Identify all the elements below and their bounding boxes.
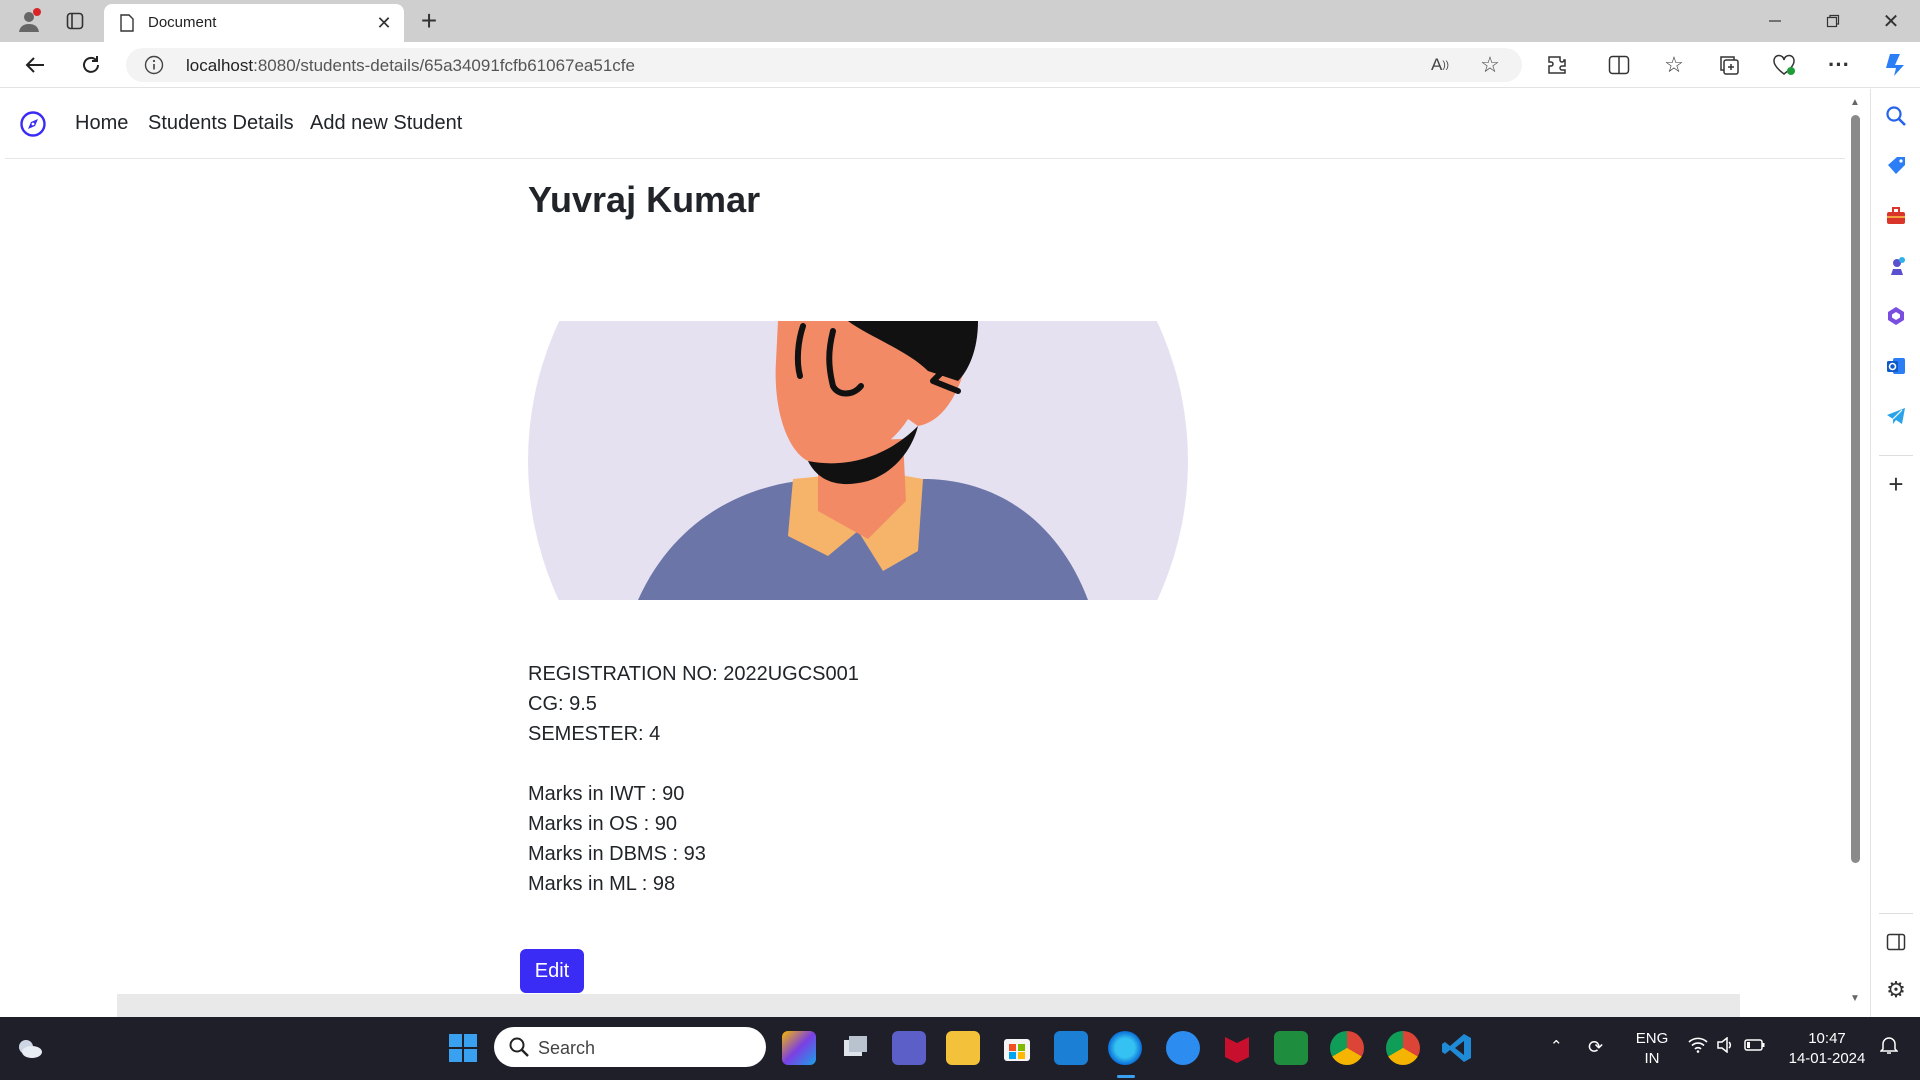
shopping-icon[interactable] bbox=[1883, 153, 1909, 179]
page-viewport: Home Students Details Add new Student Yu… bbox=[5, 89, 1845, 1017]
back-icon[interactable] bbox=[20, 50, 50, 80]
games-icon[interactable] bbox=[1883, 253, 1909, 279]
edge-active-indicator bbox=[1117, 1075, 1135, 1078]
extensions-icon[interactable] bbox=[1542, 50, 1572, 80]
scroll-up-icon[interactable]: ▲ bbox=[1850, 97, 1860, 108]
windows-icon[interactable] bbox=[446, 1031, 480, 1065]
url-host: localhost bbox=[186, 56, 254, 75]
page-icon bbox=[118, 13, 136, 33]
edge-icon[interactable] bbox=[1108, 1031, 1142, 1065]
navbar: Home Students Details Add new Student bbox=[5, 89, 1845, 159]
more-icon[interactable]: ··· bbox=[1824, 50, 1854, 80]
teams-icon[interactable] bbox=[892, 1031, 926, 1065]
minimize-icon[interactable] bbox=[1760, 6, 1790, 36]
lang-line1: ENG bbox=[1635, 1030, 1669, 1047]
edit-button[interactable]: Edit bbox=[520, 949, 584, 993]
registration-number: REGISTRATION NO: 2022UGCS001 bbox=[528, 663, 859, 685]
task-view-icon[interactable] bbox=[838, 1031, 872, 1065]
marks-iwt: Marks in IWT : 90 bbox=[528, 783, 685, 805]
clock-time: 10:47 bbox=[1808, 1030, 1846, 1047]
sidebar-toggle-icon[interactable] bbox=[1883, 929, 1909, 955]
chrome-profile-icon[interactable] bbox=[1386, 1031, 1420, 1065]
url-text[interactable]: localhost:8080/students-details/65a34091… bbox=[186, 56, 635, 76]
student-name: Yuvraj Kumar bbox=[528, 179, 761, 220]
help-icon[interactable] bbox=[1166, 1031, 1200, 1065]
profile-icon[interactable] bbox=[14, 6, 44, 36]
nav-home[interactable]: Home bbox=[75, 112, 128, 135]
notification-icon[interactable] bbox=[1879, 1035, 1899, 1061]
clock[interactable]: 10:47 14-01-2024 bbox=[1782, 1029, 1872, 1069]
add-icon[interactable]: + bbox=[1883, 469, 1909, 499]
office-icon[interactable] bbox=[1883, 303, 1909, 329]
semester-value: SEMESTER: 4 bbox=[528, 723, 661, 745]
vscode-icon[interactable] bbox=[1440, 1031, 1474, 1065]
read-aloud-icon[interactable]: A)) bbox=[1428, 54, 1452, 76]
chrome-icon[interactable] bbox=[1330, 1031, 1364, 1065]
tab-actions-icon[interactable] bbox=[62, 8, 88, 34]
nav-students-details[interactable]: Students Details bbox=[148, 112, 294, 135]
split-screen-icon[interactable] bbox=[1604, 50, 1634, 80]
classroom-icon[interactable] bbox=[1274, 1031, 1308, 1065]
taskbar-search-icon bbox=[508, 1036, 530, 1063]
search-icon[interactable] bbox=[1883, 103, 1909, 129]
windows-taskbar: Search ⌃ ⟳ ENG IN 10:47 14-01-2024 bbox=[0, 1017, 1920, 1080]
volume-icon[interactable] bbox=[1716, 1036, 1734, 1059]
browser-tab-active[interactable]: Document ✕ bbox=[104, 4, 404, 42]
outlook-icon[interactable] bbox=[1883, 353, 1909, 379]
address-bar[interactable]: localhost:8080/students-details/65a34091… bbox=[126, 48, 1522, 82]
mcafee-icon[interactable] bbox=[1220, 1031, 1254, 1065]
wifi-icon[interactable] bbox=[1688, 1037, 1708, 1059]
refresh-icon[interactable] bbox=[76, 50, 106, 80]
tools-icon[interactable] bbox=[1883, 203, 1909, 229]
file-explorer-icon[interactable] bbox=[946, 1031, 980, 1065]
performance-icon[interactable] bbox=[1769, 50, 1799, 80]
favorites-icon[interactable]: ☆ bbox=[1659, 50, 1689, 80]
taskbar-search-label: Search bbox=[538, 1038, 596, 1058]
telegram-icon[interactable] bbox=[1883, 403, 1909, 429]
browser-titlebar: Document ✕ + ✕ bbox=[0, 0, 1920, 42]
tab-title: Document bbox=[148, 14, 217, 31]
nav-add-new-student[interactable]: Add new Student bbox=[310, 112, 462, 135]
scrollbar-thumb[interactable] bbox=[1851, 115, 1860, 863]
sidebar-divider bbox=[1879, 455, 1913, 456]
student-avatar-image bbox=[528, 321, 1188, 600]
footer bbox=[117, 994, 1740, 1017]
battery-icon[interactable] bbox=[1744, 1038, 1766, 1058]
weather-icon[interactable] bbox=[12, 1031, 46, 1065]
language-indicator[interactable]: ENG IN bbox=[1632, 1029, 1672, 1069]
new-tab-icon[interactable]: + bbox=[414, 5, 444, 36]
lang-line2: IN bbox=[1644, 1050, 1660, 1067]
url-path: :8080/students-details/65a34091fcfb61067… bbox=[253, 56, 635, 75]
restore-icon[interactable] bbox=[1818, 6, 1848, 36]
scroll-down-icon[interactable]: ▼ bbox=[1850, 993, 1860, 1004]
favorite-icon[interactable]: ☆ bbox=[1478, 52, 1502, 77]
browser-toolbar: localhost:8080/students-details/65a34091… bbox=[0, 42, 1920, 88]
marks-ml: Marks in ML : 98 bbox=[528, 873, 676, 895]
copilot-app-icon[interactable] bbox=[782, 1031, 816, 1065]
edge-sidebar: + ⚙ bbox=[1870, 89, 1920, 1017]
sidebar-divider-bottom bbox=[1879, 913, 1913, 914]
clock-date: 14-01-2024 bbox=[1788, 1050, 1866, 1067]
cg-value: CG: 9.5 bbox=[528, 693, 597, 715]
collections-icon[interactable] bbox=[1714, 50, 1744, 80]
window-close-icon[interactable]: ✕ bbox=[1876, 6, 1906, 36]
close-icon[interactable]: ✕ bbox=[374, 13, 394, 33]
marks-os: Marks in OS : 90 bbox=[528, 813, 677, 835]
myhp-icon[interactable] bbox=[1054, 1031, 1088, 1065]
store-icon[interactable] bbox=[1000, 1031, 1034, 1065]
compass-icon[interactable] bbox=[19, 110, 47, 138]
student-info: REGISTRATION NO: 2022UGCS001 CG: 9.5 SEM… bbox=[528, 659, 859, 899]
marks-dbms: Marks in DBMS : 93 bbox=[528, 843, 706, 865]
settings-icon[interactable]: ⚙ bbox=[1883, 977, 1909, 1003]
taskbar-search[interactable]: Search bbox=[494, 1027, 766, 1067]
info-icon[interactable] bbox=[144, 55, 164, 75]
page-scrollbar[interactable]: ▲ ▼ bbox=[1845, 89, 1865, 1017]
copilot-icon[interactable] bbox=[1878, 48, 1912, 82]
sync-icon[interactable]: ⟳ bbox=[1588, 1037, 1603, 1057]
tray-chevron-icon[interactable]: ⌃ bbox=[1550, 1037, 1563, 1057]
